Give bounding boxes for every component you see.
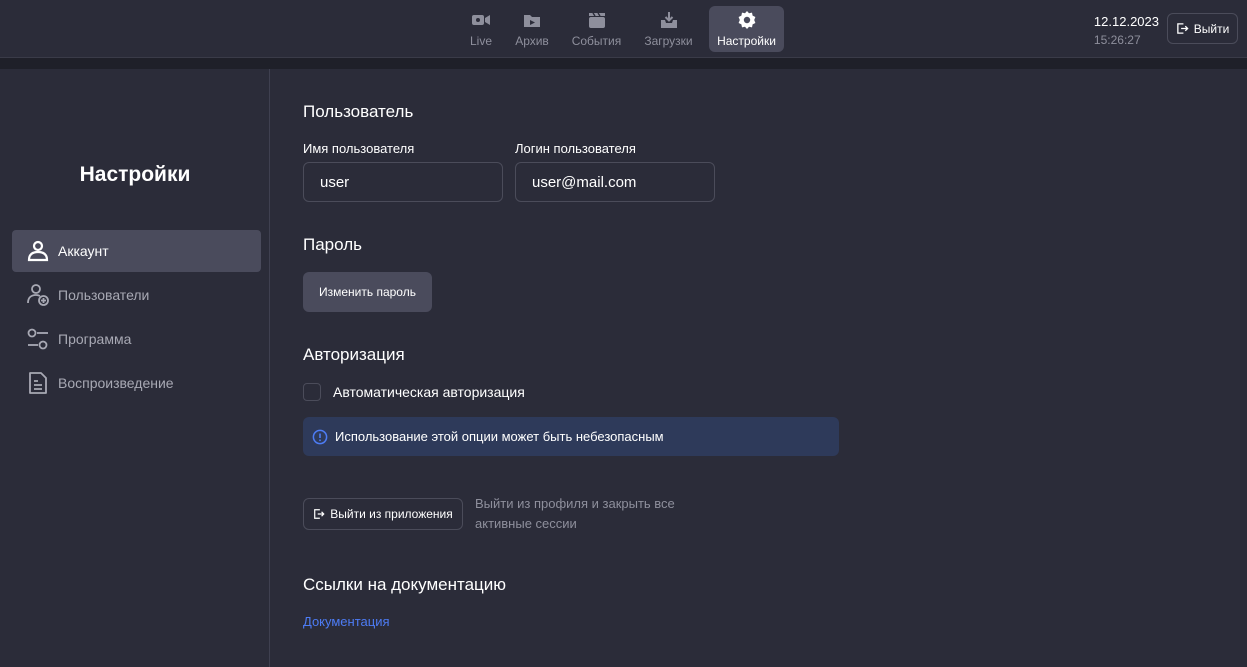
sidebar-item-users[interactable]: Пользователи	[12, 274, 261, 316]
main-nav: Live Архив События Загрузки Настройки	[0, 6, 1247, 52]
sidebar-item-program[interactable]: Программа	[12, 318, 261, 360]
add-user-icon	[27, 284, 49, 306]
nav-tab-settings[interactable]: Настройки	[709, 6, 784, 52]
top-navigation-bar: Live Архив События Загрузки Настройки 12…	[0, 0, 1247, 58]
exit-description: Выйти из профиля и закрыть все активные …	[475, 496, 675, 531]
documentation-link[interactable]: Документация	[303, 614, 390, 629]
sidebar-item-account[interactable]: Аккаунт	[12, 230, 261, 272]
user-icon	[27, 240, 49, 262]
nav-tab-label: Загрузки	[644, 34, 693, 48]
sidebar-item-label: Программа	[58, 331, 132, 347]
document-icon	[29, 372, 47, 394]
sidebar-title: Настройки	[79, 163, 191, 186]
login-field[interactable]	[515, 162, 715, 202]
logout-label: Выйти	[1193, 21, 1230, 36]
logout-button[interactable]: Выйти	[1167, 13, 1238, 44]
username-label: Имя пользователя	[303, 141, 415, 156]
nav-tab-events[interactable]: События	[569, 6, 624, 52]
camera-icon	[472, 15, 490, 25]
nav-tab-archive[interactable]: Архив	[511, 6, 553, 52]
events-clapper-icon	[588, 12, 605, 28]
nav-tab-live[interactable]: Live	[463, 6, 499, 52]
auth-section-title: Авторизация	[303, 345, 405, 364]
login-label: Логин пользователя	[515, 141, 636, 156]
security-warning: Использование этой опции может быть небе…	[303, 417, 839, 456]
nav-tab-label: Live	[469, 34, 492, 48]
exit-app-button[interactable]: Выйти из приложения	[303, 498, 463, 530]
sliders-icon	[27, 328, 48, 350]
nav-tab-label: Архив	[515, 34, 549, 48]
info-icon	[312, 429, 328, 444]
warning-text: Использование этой опции может быть небе…	[335, 429, 664, 444]
user-section-title: Пользователь	[303, 102, 414, 121]
nav-tab-downloads[interactable]: Загрузки	[640, 6, 697, 52]
nav-tab-label: События	[571, 34, 622, 48]
settings-sidebar: Настройки Аккаунт Пользователи Программа…	[0, 69, 270, 667]
nav-tab-label: Настройки	[717, 34, 776, 48]
datetime-display: 12.12.2023 15:26:27	[1094, 14, 1159, 48]
current-time: 15:26:27	[1093, 33, 1141, 47]
change-password-button[interactable]: Изменить пароль	[303, 272, 432, 312]
sidebar-item-label: Пользователи	[58, 287, 150, 303]
archive-folder-icon	[524, 15, 540, 27]
logout-icon	[1176, 23, 1189, 34]
sidebar-item-playback[interactable]: Воспроизведение	[12, 362, 261, 404]
auto-auth-checkbox[interactable]	[303, 383, 321, 401]
docs-section-title: Ссылки на документацию	[303, 575, 507, 594]
username-field[interactable]	[303, 162, 503, 202]
current-date: 12.12.2023	[1093, 14, 1159, 29]
auto-auth-label: Автоматическая авторизация	[333, 384, 525, 400]
sidebar-item-label: Аккаунт	[58, 243, 109, 259]
sidebar-item-label: Воспроизведение	[58, 375, 174, 391]
gear-icon	[738, 11, 755, 29]
download-tray-icon	[660, 12, 677, 28]
exit-app-label: Выйти из приложения	[330, 507, 453, 521]
password-section-title: Пароль	[303, 235, 362, 254]
topbar-divider	[0, 58, 1247, 69]
logout-icon	[314, 509, 325, 519]
